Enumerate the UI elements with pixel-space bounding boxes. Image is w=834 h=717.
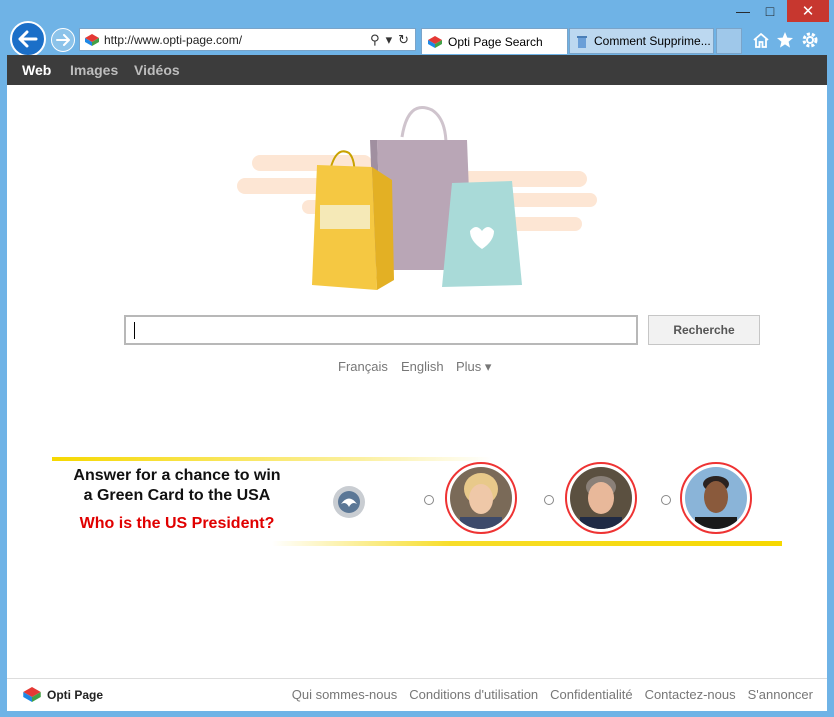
nav-videos[interactable]: Vidéos: [134, 62, 180, 78]
forward-button[interactable]: [51, 28, 75, 52]
footer-link-about[interactable]: Qui sommes-nous: [292, 687, 397, 702]
portrait-image: [570, 467, 632, 529]
nav-web[interactable]: Web: [22, 62, 51, 78]
green-card-ad-banner[interactable]: Answer for a chance to win a Green Card …: [52, 453, 782, 549]
footer-link-terms[interactable]: Conditions d'utilisation: [409, 687, 538, 702]
lang-english[interactable]: English: [401, 359, 444, 374]
maximize-button[interactable]: □: [760, 0, 780, 22]
lang-more-dropdown[interactable]: Plus ▾: [456, 359, 491, 375]
shopping-bags-illustration: [237, 106, 597, 290]
text-caret: [134, 322, 135, 339]
footer-links: Qui sommes-nous Conditions d'utilisation…: [292, 687, 813, 702]
search-icon[interactable]: ⚲: [370, 32, 380, 48]
refresh-icon[interactable]: ↻: [398, 32, 409, 48]
footer: Opti Page Qui sommes-nous Conditions d'u…: [7, 678, 827, 711]
page-content: Web Images Vidéos Recherche Français Eng…: [7, 55, 827, 711]
radio-option-1[interactable]: [424, 495, 434, 505]
footer-brand[interactable]: Opti Page: [23, 687, 103, 702]
favorites-star-icon[interactable]: [775, 30, 795, 50]
arrow-right-icon: [56, 34, 70, 46]
radio-option-3[interactable]: [661, 495, 671, 505]
opti-page-favicon: [85, 34, 99, 46]
back-button[interactable]: [10, 21, 46, 57]
banner-prompt: Who is the US President?: [79, 515, 275, 532]
tab-opti-page[interactable]: Opti Page Search: [421, 28, 568, 54]
footer-link-contact[interactable]: Contactez-nous: [645, 687, 736, 702]
dropdown-icon[interactable]: ▾: [386, 32, 393, 48]
tab-label: Comment Supprime...: [594, 34, 711, 48]
url-text: http://www.opti-page.com/: [104, 33, 243, 47]
opti-page-favicon: [428, 35, 442, 48]
candidate-portrait-3[interactable]: [680, 462, 752, 534]
candidate-portrait-2[interactable]: [565, 462, 637, 534]
opti-page-logo-icon: [23, 687, 41, 702]
minimize-button[interactable]: —: [733, 0, 753, 22]
footer-link-advertise[interactable]: S'annoncer: [748, 687, 813, 702]
portrait-image: [685, 467, 747, 529]
us-seal-icon: [333, 486, 365, 518]
footer-brand-label: Opti Page: [47, 687, 104, 702]
footer-link-privacy[interactable]: Confidentialité: [550, 687, 632, 702]
banner-stripe-bottom: [272, 541, 782, 546]
banner-stripe-top: [52, 457, 492, 461]
lang-french[interactable]: Français: [338, 359, 388, 374]
close-window-button[interactable]: ✕: [787, 0, 829, 22]
address-bar[interactable]: http://www.opti-page.com/ ⚲ ▾ ↻: [79, 28, 416, 51]
trash-icon: [577, 36, 587, 48]
search-button[interactable]: Recherche: [648, 315, 760, 345]
tab-comment-supprimer[interactable]: Comment Supprime...: [569, 28, 714, 54]
radio-option-2[interactable]: [544, 495, 554, 505]
search-text-field[interactable]: [126, 317, 636, 343]
portrait-image: [450, 467, 512, 529]
search-nav-bar: Web Images Vidéos: [7, 55, 827, 85]
new-tab-button[interactable]: [716, 28, 742, 54]
tab-label: Opti Page Search: [448, 34, 543, 49]
banner-question: Answer for a chance to win a Green Card …: [73, 467, 281, 504]
search-input[interactable]: [124, 315, 638, 345]
arrow-left-icon: [18, 30, 38, 48]
home-icon[interactable]: [751, 30, 771, 50]
nav-images[interactable]: Images: [70, 62, 118, 78]
candidate-portrait-1[interactable]: [445, 462, 517, 534]
settings-gear-icon[interactable]: [800, 30, 820, 50]
